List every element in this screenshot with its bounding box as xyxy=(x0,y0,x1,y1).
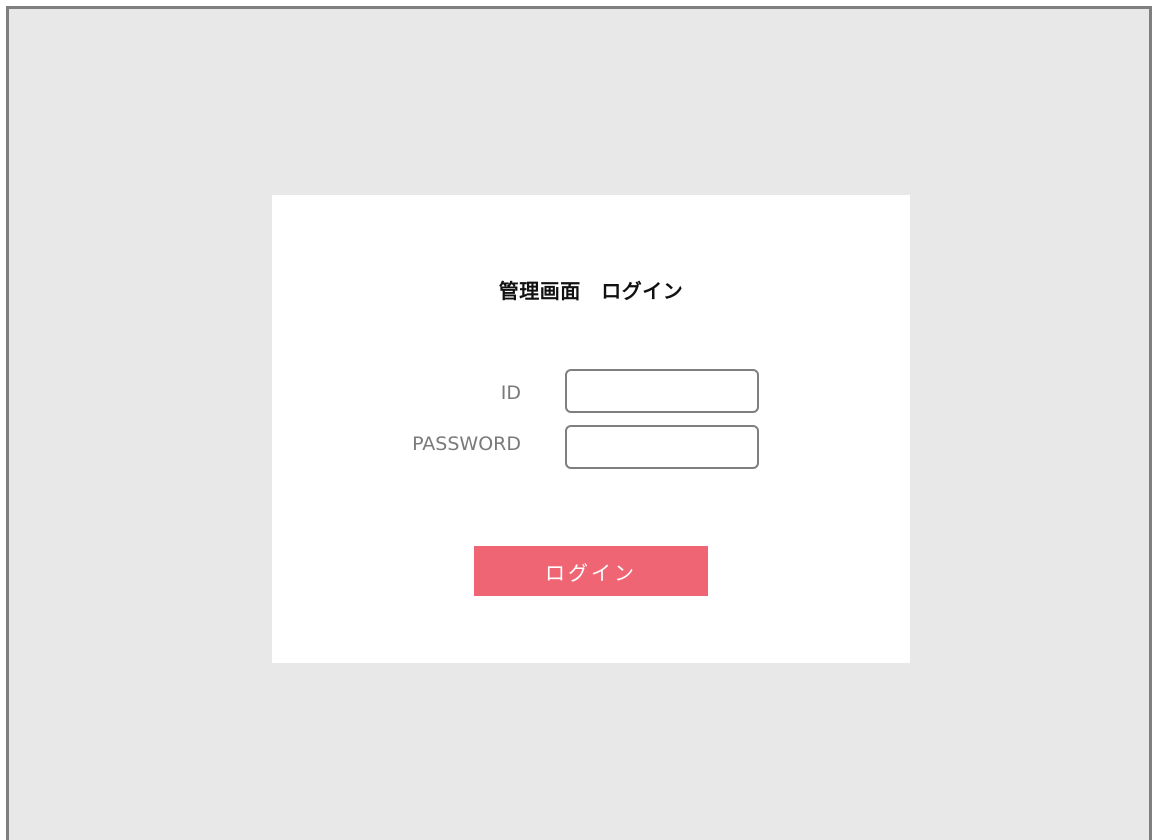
password-input[interactable] xyxy=(565,425,759,469)
login-button[interactable]: ログイン xyxy=(474,546,708,596)
id-input[interactable] xyxy=(565,369,759,413)
password-label: PASSWORD xyxy=(412,433,521,455)
login-title: 管理画面 ログイン xyxy=(498,279,684,303)
page-frame: 管理画面 ログイン ID PASSWORD ログイン xyxy=(6,6,1152,840)
id-label: ID xyxy=(500,382,521,404)
login-card: 管理画面 ログイン ID PASSWORD ログイン xyxy=(272,195,910,663)
